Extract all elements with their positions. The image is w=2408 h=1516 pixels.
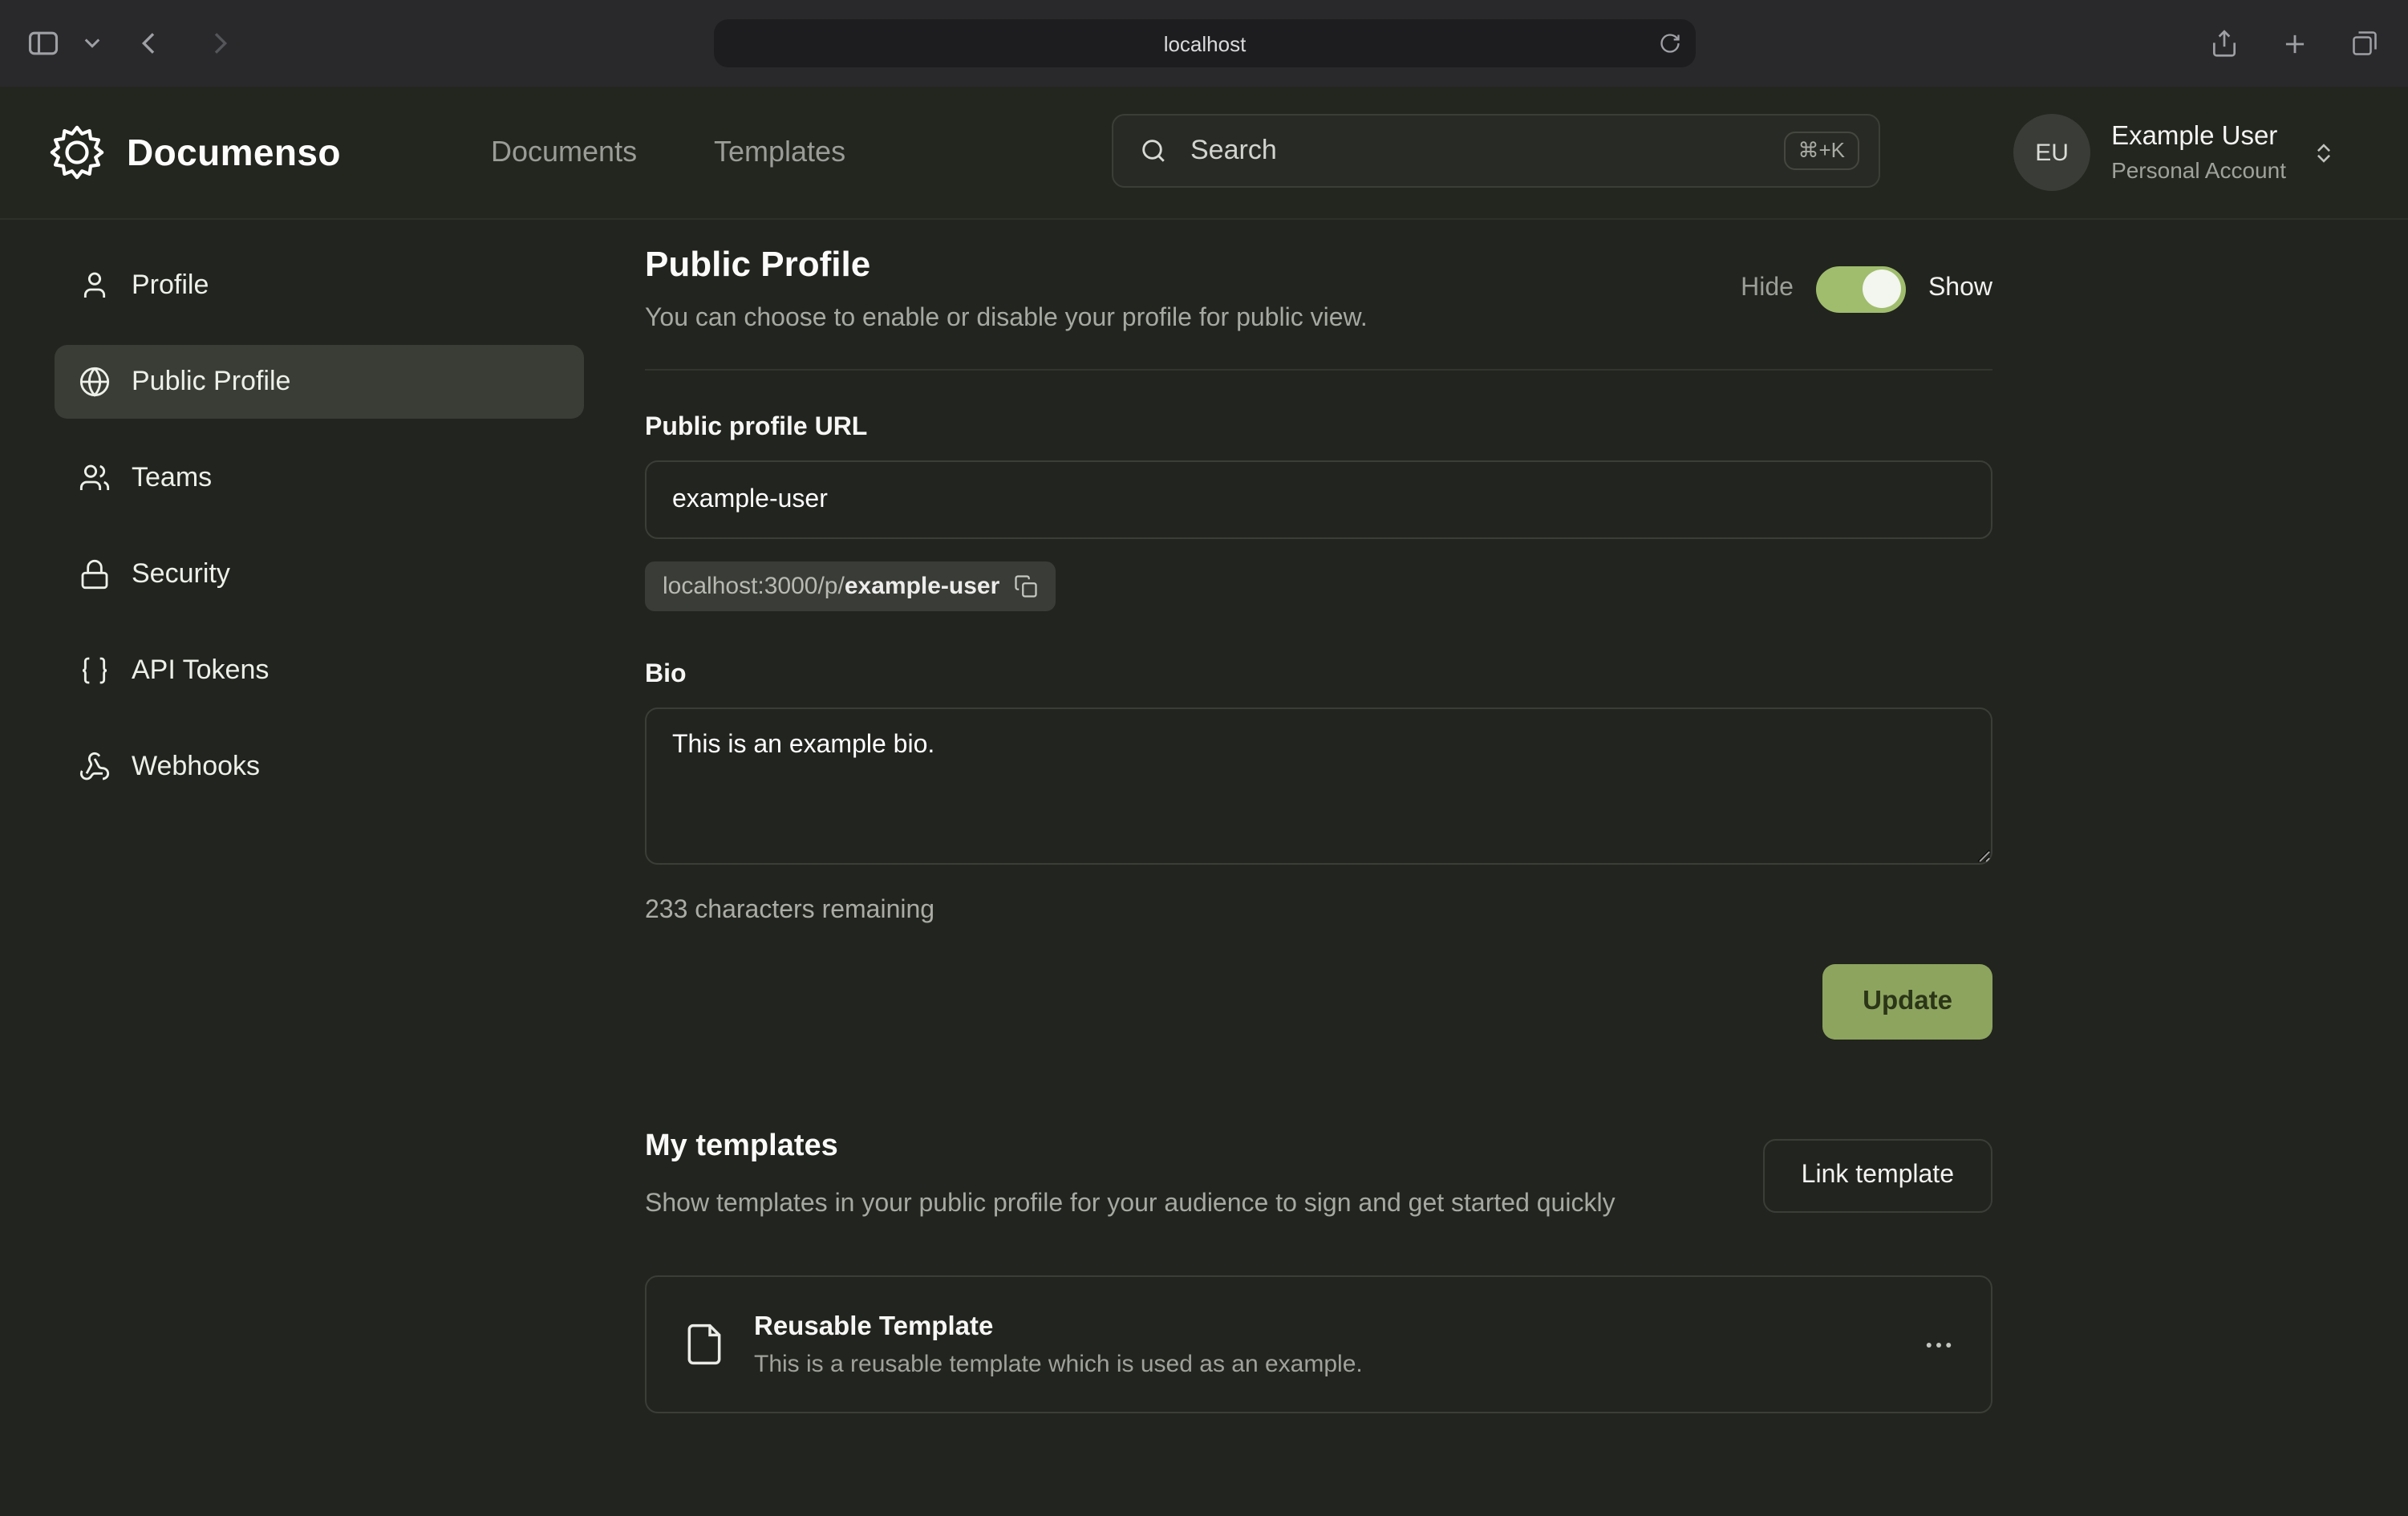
sidebar-item-label: API Tokens bbox=[132, 655, 269, 687]
back-button[interactable] bbox=[133, 27, 165, 59]
template-name: Reusable Template bbox=[754, 1311, 1363, 1342]
account-name: Example User bbox=[2111, 122, 2286, 152]
sidebar-item-label: Webhooks bbox=[132, 751, 260, 783]
users-icon bbox=[79, 462, 111, 494]
copy-icon[interactable] bbox=[1014, 574, 1038, 598]
page-subtitle: You can choose to enable or disable your… bbox=[645, 305, 1368, 334]
address-bar[interactable]: localhost bbox=[714, 19, 1696, 67]
share-icon[interactable] bbox=[2209, 26, 2240, 60]
search-shortcut-badge: ⌘+K bbox=[1783, 132, 1859, 170]
avatar: EU bbox=[2013, 114, 2090, 191]
toggle-knob bbox=[1863, 270, 1901, 308]
search-input[interactable] bbox=[1187, 133, 1764, 168]
template-description: This is a reusable template which is use… bbox=[754, 1350, 1363, 1377]
browser-toolbar: localhost bbox=[0, 0, 2408, 87]
settings-sidebar: Profile Public Profile Teams Security AP… bbox=[55, 249, 584, 826]
toggle-show-label: Show bbox=[1928, 274, 1992, 303]
braces-icon bbox=[79, 655, 111, 687]
new-tab-icon[interactable] bbox=[2280, 28, 2310, 59]
my-templates-section: My templates Show templates in your publ… bbox=[645, 1129, 1992, 1413]
tabs-overview-icon[interactable] bbox=[2350, 29, 2379, 58]
template-menu-button[interactable] bbox=[1922, 1328, 1956, 1361]
chevron-down-icon[interactable] bbox=[83, 37, 101, 50]
sidebar-item-label: Teams bbox=[132, 462, 212, 494]
brand-logo[interactable]: Documenso bbox=[50, 125, 341, 180]
sidebar-item-api-tokens[interactable]: API Tokens bbox=[55, 634, 584, 707]
account-type: Personal Account bbox=[2111, 157, 2286, 183]
sidebar-item-teams[interactable]: Teams bbox=[55, 441, 584, 515]
global-search[interactable]: ⌘+K bbox=[1112, 114, 1880, 188]
url-field-label: Public profile URL bbox=[645, 414, 1992, 443]
nav-templates[interactable]: Templates bbox=[714, 136, 845, 169]
sidebar-toggle-icon[interactable] bbox=[26, 26, 61, 61]
sidebar-item-security[interactable]: Security bbox=[55, 537, 584, 611]
templates-title: My templates bbox=[645, 1129, 1615, 1165]
bio-textarea[interactable]: This is an example bio. bbox=[645, 707, 1992, 865]
sidebar-item-label: Security bbox=[132, 558, 230, 590]
toggle-hide-label: Hide bbox=[1741, 274, 1794, 303]
account-menu-trigger[interactable]: EU Example User Personal Account bbox=[2013, 114, 2337, 191]
template-card: Reusable Template This is a reusable tem… bbox=[645, 1275, 1992, 1413]
sidebar-item-webhooks[interactable]: Webhooks bbox=[55, 730, 584, 804]
page-title: Public Profile bbox=[645, 244, 1368, 286]
file-icon bbox=[682, 1322, 727, 1367]
globe-icon bbox=[79, 366, 111, 398]
reload-icon[interactable] bbox=[1659, 32, 1681, 55]
search-icon bbox=[1139, 136, 1168, 165]
sidebar-item-label: Profile bbox=[132, 270, 209, 302]
profile-link-chip: localhost:3000/p/example-user bbox=[645, 561, 1056, 611]
templates-description: Show templates in your public profile fo… bbox=[645, 1186, 1615, 1222]
brand-name: Documenso bbox=[127, 131, 341, 174]
profile-visibility-toggle[interactable] bbox=[1816, 266, 1906, 312]
app-header: Documenso Documents Templates ⌘+K EU Exa… bbox=[0, 87, 2408, 220]
nav-documents[interactable]: Documents bbox=[491, 136, 637, 169]
main-content: Public Profile You can choose to enable … bbox=[645, 218, 1992, 1413]
lock-icon bbox=[79, 558, 111, 590]
sidebar-item-profile[interactable]: Profile bbox=[55, 249, 584, 322]
forward-button[interactable] bbox=[204, 27, 236, 59]
webhook-icon bbox=[79, 751, 111, 783]
profile-link-text: localhost:3000/p/example-user bbox=[663, 573, 999, 600]
user-icon bbox=[79, 270, 111, 302]
documenso-logo-icon bbox=[50, 125, 104, 180]
sidebar-item-label: Public Profile bbox=[132, 366, 290, 398]
address-bar-url: localhost bbox=[1164, 31, 1247, 55]
chevrons-up-down-icon bbox=[2310, 139, 2337, 166]
update-button[interactable]: Update bbox=[1822, 964, 1992, 1040]
link-template-button[interactable]: Link template bbox=[1763, 1139, 1992, 1213]
characters-remaining: 233 characters remaining bbox=[645, 897, 1992, 926]
public-profile-url-input[interactable] bbox=[645, 460, 1992, 539]
divider bbox=[645, 369, 1992, 371]
sidebar-item-public-profile[interactable]: Public Profile bbox=[55, 345, 584, 419]
bio-field-label: Bio bbox=[645, 661, 1992, 690]
screen: localhost Documen bbox=[0, 0, 2408, 1516]
